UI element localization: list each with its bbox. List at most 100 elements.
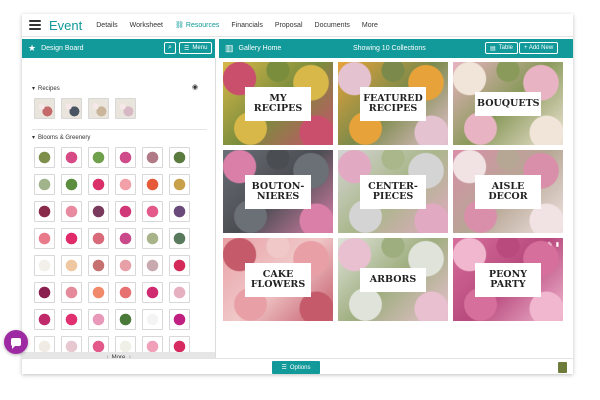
collection-title: PEONY PARTY	[475, 262, 541, 297]
bloom-thumbnail[interactable]	[169, 201, 190, 222]
nav-link-proposal[interactable]: Proposal	[275, 22, 303, 29]
link-icon: ⛓	[175, 22, 184, 29]
bloom-thumbnail[interactable]	[61, 282, 82, 303]
search-icon: ⌕	[168, 44, 172, 51]
recipe-thumbnail[interactable]	[115, 98, 136, 119]
search-button[interactable]: ⌕	[164, 42, 176, 54]
bloom-thumbnail[interactable]	[34, 147, 55, 168]
collection-title: ARBORS	[360, 267, 426, 292]
bloom-thumbnail[interactable]	[142, 147, 163, 168]
collection-title: CAKE FLOWERS	[245, 262, 311, 297]
bloom-thumbnail[interactable]	[34, 201, 55, 222]
collection-tile[interactable]: ARBORS	[338, 238, 448, 321]
options-button-label: Options	[289, 364, 311, 371]
bloom-thumbnail[interactable]	[61, 309, 82, 330]
brand-title[interactable]: Event	[49, 18, 82, 33]
chat-bubble-icon	[11, 338, 21, 349]
nav-link-more[interactable]: More	[362, 22, 378, 29]
nav-link-resources[interactable]: ⛓ Resources	[175, 21, 219, 30]
blooms-section-toggle[interactable]: ▾ Blooms & Greenery	[32, 134, 91, 142]
bloom-thumbnail[interactable]	[142, 255, 163, 276]
bloom-thumbnail[interactable]	[34, 282, 55, 303]
recipe-thumbnail[interactable]	[61, 98, 82, 119]
bloom-thumbnail[interactable]	[34, 309, 55, 330]
caret-down-icon: ▾	[32, 86, 36, 92]
bloom-thumbnail[interactable]	[142, 309, 163, 330]
collection-title: FEATURED RECIPES	[360, 86, 426, 121]
table-view-button[interactable]: ▤ Table	[485, 42, 519, 54]
bloom-thumbnail[interactable]	[169, 147, 190, 168]
recipe-thumbnail[interactable]	[34, 98, 55, 119]
bloom-thumbnail[interactable]	[115, 147, 136, 168]
bloom-thumbnail[interactable]	[169, 309, 190, 330]
bloom-thumbnail[interactable]	[88, 147, 109, 168]
edit-icon[interactable]: ✎	[548, 241, 553, 248]
menu-icon: ☰	[281, 365, 287, 371]
bloom-thumbnail[interactable]	[88, 174, 109, 195]
bloom-thumbnail[interactable]	[61, 174, 82, 195]
nav-link-details[interactable]: Details	[96, 22, 117, 29]
design-board-header: ★ Design Board ⌕ ☰ Menu	[22, 39, 215, 58]
menu-button-label: Menu	[192, 45, 208, 51]
table-button-label: Table	[498, 45, 514, 51]
trash-icon[interactable]: ▮	[556, 241, 559, 248]
nav-link-documents[interactable]: Documents	[315, 22, 350, 29]
blooms-section-label: Blooms & Greenery	[38, 134, 91, 141]
nav-link-worksheet[interactable]: Worksheet	[130, 22, 163, 29]
bloom-thumbnail[interactable]	[115, 282, 136, 303]
bloom-thumbnail[interactable]	[115, 174, 136, 195]
bloom-thumbnail[interactable]	[142, 201, 163, 222]
bloom-thumbnail[interactable]	[88, 309, 109, 330]
options-button[interactable]: ☰ Options	[272, 361, 320, 374]
menu-icon: ☰	[184, 45, 190, 52]
bloom-thumbnail[interactable]	[142, 228, 163, 249]
collection-tile[interactable]: CENTER-PIECES	[338, 150, 448, 233]
bloom-thumbnail[interactable]	[115, 309, 136, 330]
hamburger-menu-icon[interactable]	[29, 18, 41, 32]
collection-tile[interactable]: BOUTON-NIERES	[223, 150, 333, 233]
bloom-thumbnail[interactable]	[169, 255, 190, 276]
collection-tile[interactable]: AISLE DECOR	[453, 150, 563, 233]
trash-icon[interactable]	[558, 362, 567, 373]
bloom-thumbnail[interactable]	[142, 282, 163, 303]
eye-icon[interactable]: ◉	[192, 83, 198, 91]
bloom-thumbnail[interactable]	[88, 282, 109, 303]
recipes-section-label: Recipes	[38, 85, 60, 92]
bloom-thumbnail[interactable]	[142, 174, 163, 195]
collection-tile[interactable]: BOUQUETS	[453, 62, 563, 145]
collection-title: CENTER-PIECES	[360, 174, 426, 209]
caret-down-icon: ▾	[32, 135, 36, 141]
collection-title: BOUQUETS	[475, 91, 541, 116]
add-new-button[interactable]: + Add New	[519, 42, 559, 54]
tile-actions: ✎ ▮	[548, 241, 559, 248]
bloom-thumbnail[interactable]	[169, 174, 190, 195]
bloom-thumbnail[interactable]	[61, 228, 82, 249]
recipe-thumbnail[interactable]	[88, 98, 109, 119]
bloom-thumbnail[interactable]	[34, 255, 55, 276]
collection-tile[interactable]: CAKE FLOWERS	[223, 238, 333, 321]
chat-button[interactable]	[4, 330, 28, 354]
bloom-thumbnail[interactable]	[61, 255, 82, 276]
design-board-title: Design Board	[41, 45, 84, 52]
bloom-thumbnail[interactable]	[61, 201, 82, 222]
bloom-thumbnail[interactable]	[34, 174, 55, 195]
collection-tile[interactable]: MY RECIPES	[223, 62, 333, 145]
collection-tile[interactable]: PEONY PARTY ✎ ▮	[453, 238, 563, 321]
bloom-thumbnail[interactable]	[34, 228, 55, 249]
bloom-thumbnail[interactable]	[115, 201, 136, 222]
bloom-thumbnail[interactable]	[115, 255, 136, 276]
bloom-thumbnail[interactable]	[115, 228, 136, 249]
bloom-thumbnail[interactable]	[169, 282, 190, 303]
bloom-thumbnail[interactable]	[88, 228, 109, 249]
bloom-thumbnail[interactable]	[169, 228, 190, 249]
collection-title: BOUTON-NIERES	[245, 174, 311, 209]
nav-link-financials[interactable]: Financials	[231, 22, 263, 29]
bloom-thumbnail[interactable]	[88, 201, 109, 222]
collection-tile[interactable]: FEATURED RECIPES	[338, 62, 448, 145]
design-board-panel: ▾ Recipes ◉ ▾ Blooms & Greenery ↓ More ↓	[22, 58, 216, 363]
recipes-section-toggle[interactable]: ▾ Recipes	[32, 85, 60, 93]
bloom-thumbnail[interactable]	[88, 255, 109, 276]
app-window: Event Details Worksheet ⛓ Resources Finan…	[22, 14, 573, 374]
bloom-thumbnail[interactable]	[61, 147, 82, 168]
menu-button[interactable]: ☰ Menu	[179, 42, 213, 54]
